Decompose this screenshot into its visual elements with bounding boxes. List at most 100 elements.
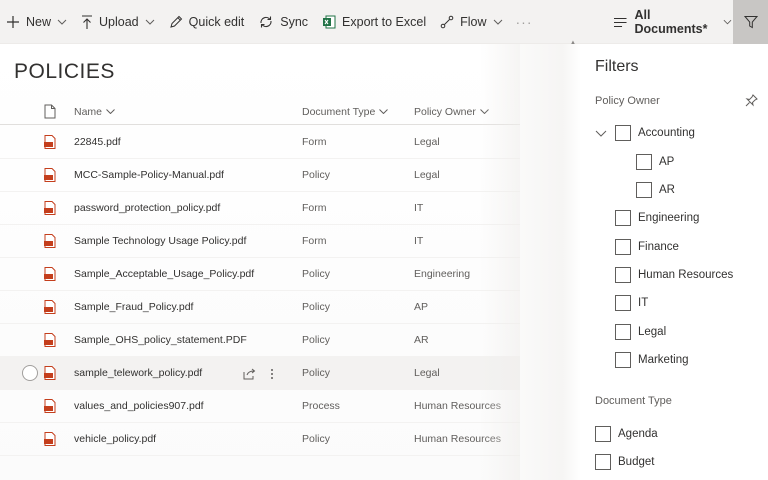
checkbox[interactable] xyxy=(615,239,631,255)
sync-label: Sync xyxy=(280,14,309,29)
policy-owner-cell: IT xyxy=(414,202,424,214)
file-name[interactable]: MCC-Sample-Policy-Manual.pdf xyxy=(74,169,302,181)
document-type-cell: Form xyxy=(302,136,327,148)
file-type-header[interactable] xyxy=(44,104,74,119)
list-header: Name Document Type Policy Owner xyxy=(0,99,520,125)
more-button[interactable]: ··· xyxy=(510,0,539,44)
view-label: All Documents* xyxy=(634,8,708,36)
checkbox[interactable] xyxy=(615,352,631,368)
export-label: Export to Excel xyxy=(342,14,427,29)
document-type-cell: Policy xyxy=(302,334,331,346)
checkbox[interactable] xyxy=(615,210,631,226)
excel-icon xyxy=(323,15,336,28)
filter-label: AR xyxy=(659,184,675,196)
filters-pane: Filters Policy Owner Accounting AP AR En… xyxy=(581,44,768,480)
table-row[interactable]: Sample_Acceptable_Usage_Policy.pdf Polic… xyxy=(0,258,520,291)
chevron-down-icon xyxy=(145,19,154,25)
table-row[interactable]: password_protection_policy.pdf Form IT xyxy=(0,192,520,225)
filter-agenda[interactable]: Agenda xyxy=(595,426,658,442)
flow-icon xyxy=(440,15,454,28)
filter-legal[interactable]: Legal xyxy=(615,324,666,340)
file-name[interactable]: Sample Technology Usage Policy.pdf xyxy=(74,235,302,247)
flow-label: Flow xyxy=(460,14,487,29)
document-type-cell: Policy xyxy=(302,268,331,280)
filter-human-resources[interactable]: Human Resources xyxy=(615,267,733,283)
file-name[interactable]: Sample_Fraud_Policy.pdf xyxy=(74,301,302,313)
filter-engineering[interactable]: Engineering xyxy=(615,210,699,226)
policy-owner-section-label: Policy Owner xyxy=(595,95,660,107)
view-lines-icon xyxy=(614,17,627,27)
filter-it[interactable]: IT xyxy=(615,295,648,311)
column-header-name[interactable]: Name xyxy=(74,106,302,118)
pane-divider xyxy=(520,44,581,480)
filter-label: Finance xyxy=(638,241,679,253)
policy-owner-cell: Legal xyxy=(414,367,440,379)
pdf-icon xyxy=(44,234,74,248)
pdf-icon xyxy=(44,366,74,380)
column-type-label: Document Type xyxy=(302,105,376,118)
pdf-icon xyxy=(44,267,74,281)
chevron-down-icon[interactable] xyxy=(595,130,607,137)
checkbox[interactable] xyxy=(615,125,631,141)
checkbox[interactable] xyxy=(595,454,611,470)
filter-ap[interactable]: AP xyxy=(636,154,674,170)
column-header-document-type[interactable]: Document Type xyxy=(302,106,414,118)
pdf-icon xyxy=(44,300,74,314)
upload-button[interactable]: Upload xyxy=(74,0,162,44)
document-type-cell: Policy xyxy=(302,301,331,313)
new-label: New xyxy=(26,14,52,29)
table-row[interactable]: values_and_policies907.pdf Process Human… xyxy=(0,390,520,423)
file-name[interactable]: 22845.pdf xyxy=(74,136,302,148)
filter-marketing[interactable]: Marketing xyxy=(615,352,689,368)
filter-accounting[interactable]: Accounting xyxy=(615,125,695,141)
document-type-cell: Policy xyxy=(302,433,331,445)
policy-owner-cell: Engineering xyxy=(414,268,471,280)
table-row[interactable]: 22845.pdf Form Legal xyxy=(0,126,520,159)
filter-ar[interactable]: AR xyxy=(636,182,675,198)
row-select-radio[interactable] xyxy=(22,365,38,381)
pdf-icon xyxy=(44,399,74,413)
policy-owner-cell: Human Resources xyxy=(414,433,501,445)
filter-pane-toggle[interactable] xyxy=(733,0,768,44)
checkbox[interactable] xyxy=(595,426,611,442)
more-options-icon[interactable] xyxy=(270,368,274,380)
checkbox[interactable] xyxy=(636,182,652,198)
checkbox[interactable] xyxy=(615,267,631,283)
file-name[interactable]: vehicle_policy.pdf xyxy=(74,433,302,445)
sync-button[interactable]: Sync xyxy=(251,0,315,44)
flow-button[interactable]: Flow xyxy=(433,0,509,44)
file-name[interactable]: values_and_policies907.pdf xyxy=(74,400,302,412)
column-name-label: Name xyxy=(74,105,103,118)
filter-label: AP xyxy=(659,156,675,168)
table-row[interactable]: MCC-Sample-Policy-Manual.pdf Policy Lega… xyxy=(0,159,520,192)
view-selector[interactable]: All Documents* xyxy=(606,0,732,44)
file-name[interactable]: Sample_OHS_policy_statement.PDF xyxy=(74,334,302,346)
quick-edit-button[interactable]: Quick edit xyxy=(162,0,252,44)
export-to-excel-button[interactable]: Export to Excel xyxy=(315,0,433,44)
scroll-up-arrow[interactable]: ▲ xyxy=(570,40,576,46)
filter-budget[interactable]: Budget xyxy=(595,454,654,470)
checkbox[interactable] xyxy=(615,324,631,340)
filter-label: Human Resources xyxy=(638,269,734,281)
chevron-down-icon xyxy=(493,19,502,25)
table-row[interactable]: Sample_OHS_policy_statement.PDF Policy A… xyxy=(0,324,520,357)
file-name[interactable]: Sample_Acceptable_Usage_Policy.pdf xyxy=(74,268,302,280)
share-icon[interactable] xyxy=(243,368,256,380)
checkbox[interactable] xyxy=(615,295,631,311)
filter-finance[interactable]: Finance xyxy=(615,239,679,255)
row-select-cell[interactable] xyxy=(0,365,44,381)
new-button[interactable]: New xyxy=(0,0,74,44)
chevron-down-icon xyxy=(379,109,389,114)
row-actions xyxy=(243,357,274,390)
upload-icon xyxy=(82,14,93,29)
filter-label: Marketing xyxy=(638,354,689,366)
table-row[interactable]: Sample_Fraud_Policy.pdf Policy AP xyxy=(0,291,520,324)
file-name[interactable]: password_protection_policy.pdf xyxy=(74,202,302,214)
quick-edit-label: Quick edit xyxy=(188,14,245,29)
table-row-hovered[interactable]: sample_telework_policy.pdf Policy Legal xyxy=(0,357,520,390)
table-row[interactable]: Sample Technology Usage Policy.pdf Form … xyxy=(0,225,520,258)
pin-icon[interactable] xyxy=(745,94,758,107)
checkbox[interactable] xyxy=(636,154,652,170)
table-row[interactable]: vehicle_policy.pdf Policy Human Resource… xyxy=(0,423,520,456)
column-header-policy-owner[interactable]: Policy Owner xyxy=(414,106,520,118)
